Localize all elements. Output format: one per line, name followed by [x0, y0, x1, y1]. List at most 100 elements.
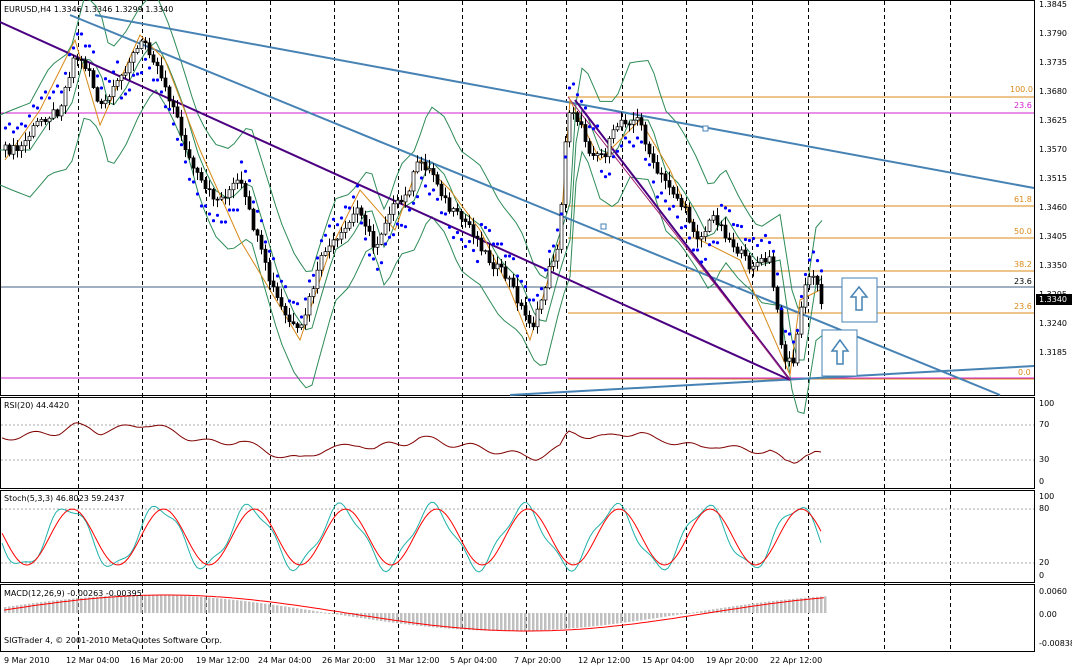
sar-dot [247, 179, 252, 183]
sar-dot [727, 209, 732, 213]
sar-dot [555, 228, 560, 232]
candle-body [687, 206, 692, 223]
candle-body [223, 196, 228, 199]
sar-dot [411, 201, 416, 205]
sar-dot [535, 293, 540, 297]
stoch-scale-0: 0 [1039, 571, 1045, 580]
candle-body [311, 288, 316, 297]
candle-body [79, 59, 84, 61]
macd-bar [564, 613, 567, 629]
macd-bar [520, 613, 523, 631]
candle-body [39, 119, 44, 122]
candle-body [499, 263, 504, 268]
fib-label: 100.0 [1010, 85, 1033, 94]
sar-dot [15, 126, 20, 130]
candle-body [115, 80, 120, 87]
up-arrow-box-icon[interactable] [841, 277, 878, 323]
candle-body [127, 61, 132, 74]
rsi-pane[interactable] [0, 397, 1035, 489]
sar-dot [623, 136, 628, 140]
sar-dot [595, 124, 600, 128]
macd-bar [488, 613, 491, 631]
sar-dot [183, 160, 188, 164]
sar-dot [39, 96, 44, 100]
up-arrow-box-icon[interactable] [821, 329, 858, 377]
sar-dot [227, 208, 232, 212]
sar-dot [139, 71, 144, 75]
candle-body [231, 182, 236, 191]
macd-bar [596, 613, 599, 626]
candle-body [291, 321, 296, 325]
macd-bar [148, 595, 151, 613]
candle-body [15, 145, 20, 151]
candle-body [179, 116, 184, 136]
macd-bar [244, 601, 247, 613]
candle-body [507, 277, 512, 280]
candle-body [159, 65, 164, 79]
macd-bar [208, 597, 211, 613]
sar-dot [43, 90, 48, 94]
macd-bar [684, 613, 687, 614]
sar-dot [207, 212, 212, 216]
sar-dot [443, 212, 448, 216]
macd-bar [256, 602, 259, 613]
candle-body [203, 179, 208, 190]
sar-dot [675, 215, 680, 219]
sar-dot [283, 285, 288, 289]
sar-dot [23, 124, 28, 128]
candle-body [215, 198, 220, 201]
sar-dot [399, 223, 404, 227]
macd-bar [380, 613, 383, 622]
sar-dot [755, 243, 760, 248]
sar-dot [275, 274, 280, 278]
sar-dot [263, 240, 268, 244]
candle-body [767, 256, 772, 263]
sar-dot [95, 74, 100, 78]
macd-bar [636, 613, 639, 621]
candle-body [103, 99, 108, 105]
stoch-pane[interactable] [0, 490, 1035, 583]
candle-body [195, 167, 200, 173]
sar-dot [631, 144, 636, 148]
sar-dot [103, 77, 108, 81]
macd-bar [584, 613, 587, 628]
macd-bar [312, 610, 315, 613]
sar-dot [679, 226, 684, 230]
macd-scale-zero: 0.00 [1039, 610, 1057, 619]
candle-body [207, 188, 212, 191]
macd-bar [84, 597, 87, 613]
main-header: EURUSD,H4 1.3346 1.3346 1.3299 1.3340 [4, 5, 174, 14]
macd-bar [268, 604, 271, 613]
price-axis-label: 1.3845 [1039, 0, 1067, 9]
price-axis-label: 1.3570 [1039, 145, 1067, 154]
price-axis-label: 1.3405 [1039, 232, 1067, 241]
candle-body [683, 206, 688, 209]
candle-body [375, 244, 380, 248]
macd-bar [24, 604, 27, 613]
candle-body [491, 262, 496, 270]
candle-body [255, 229, 260, 236]
macd-bar [660, 613, 663, 618]
candle-body [287, 314, 292, 323]
sar-dot [259, 219, 264, 223]
sar-dot [715, 241, 720, 245]
candle-body [439, 183, 444, 197]
sar-dot [111, 70, 116, 74]
macd-bar [648, 613, 651, 620]
sar-dot [639, 140, 644, 144]
macd-bar [760, 602, 763, 613]
macd-header: MACD(12,26,9) -0.00263 -0.00395 [4, 589, 142, 598]
macd-bar [492, 613, 495, 631]
chart-canvas[interactable] [0, 0, 1072, 667]
sar-dot [347, 206, 352, 210]
candle-body [171, 100, 176, 108]
macd-bar [28, 603, 31, 613]
sar-dot [815, 259, 820, 263]
macd-bar [36, 602, 39, 613]
sar-dot [71, 46, 76, 50]
candle-body [643, 124, 648, 145]
candle-body [59, 105, 64, 117]
candle-body [763, 258, 768, 263]
sar-dot [519, 279, 524, 283]
sar-dot [11, 130, 16, 134]
